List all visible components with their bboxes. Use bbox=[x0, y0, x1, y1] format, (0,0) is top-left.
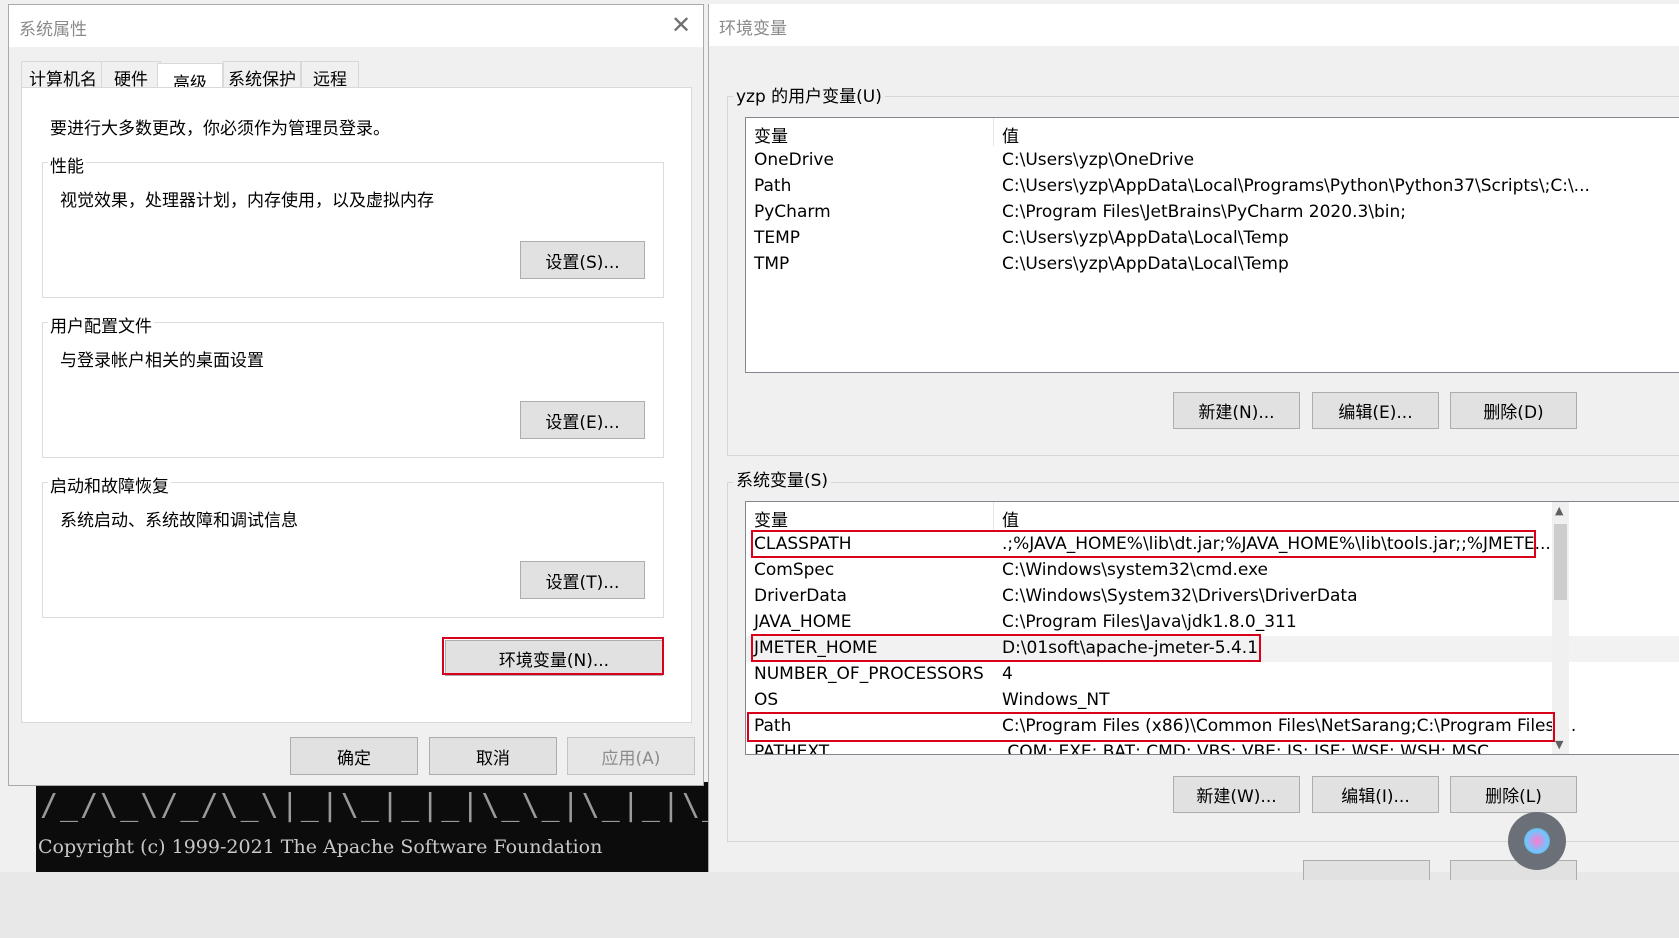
list-item[interactable]: OS Windows_NT bbox=[746, 688, 1679, 714]
performance-settings-button[interactable]: 设置(S)... bbox=[520, 241, 645, 279]
env-bottom-button-edge[interactable] bbox=[1450, 860, 1577, 880]
user-profiles-title: 用户配置文件 bbox=[48, 312, 154, 337]
list-item[interactable]: Path C:\Users\yzp\AppData\Local\Programs\… bbox=[746, 174, 1679, 200]
env-bottom-button-edge[interactable] bbox=[1303, 860, 1430, 880]
system-edit-button[interactable]: 编辑(I)... bbox=[1312, 776, 1439, 813]
list-item[interactable]: ComSpec C:\Windows\system32\cmd.exe bbox=[746, 558, 1679, 584]
column-header-value[interactable]: 值 bbox=[1002, 506, 1019, 531]
system-delete-button[interactable]: 删除(L) bbox=[1450, 776, 1577, 813]
scroll-thumb[interactable] bbox=[1554, 524, 1567, 600]
performance-desc: 视觉效果，处理器计划，内存使用，以及虚拟内存 bbox=[60, 191, 434, 211]
user-profiles-desc: 与登录帐户相关的桌面设置 bbox=[60, 351, 264, 371]
list-item[interactable]: PATHEXT .COM;.EXE;.BAT;.CMD;.VBS;.VBE;.JS… bbox=[746, 740, 1679, 754]
list-item[interactable]: TEMP C:\Users\yzp\AppData\Local\Temp bbox=[746, 226, 1679, 252]
system-vars-list[interactable]: 变量 值 CLASSPATH .;%JAVA_HOME%\lib\dt.jar;%… bbox=[745, 501, 1679, 755]
list-item[interactable]: DriverData C:\Windows\System32\Drivers\Dr… bbox=[746, 584, 1679, 610]
env-titlebar: 环境变量 bbox=[709, 4, 1679, 46]
system-properties-titlebar: 系统属性 ✕ bbox=[9, 5, 703, 47]
admin-note: 要进行大多数更改，你必须作为管理员登录。 bbox=[50, 119, 390, 139]
user-profiles-settings-button[interactable]: 设置(E)... bbox=[520, 401, 645, 439]
close-icon[interactable]: ✕ bbox=[671, 11, 691, 39]
startup-recovery-title: 启动和故障恢复 bbox=[48, 472, 171, 497]
floating-assistant-icon[interactable] bbox=[1508, 812, 1566, 870]
system-properties-title: 系统属性 bbox=[19, 20, 87, 40]
advanced-tab-panel: 要进行大多数更改，你必须作为管理员登录。 性能 视觉效果，处理器计划，内存使用，… bbox=[21, 87, 692, 723]
column-separator[interactable] bbox=[993, 118, 994, 146]
column-header-name[interactable]: 变量 bbox=[754, 122, 788, 147]
startup-recovery-settings-button[interactable]: 设置(T)... bbox=[520, 561, 645, 599]
environment-variables-dialog: 环境变量 yzp 的用户变量(U) 变量 值 OneDrive C:\Users\… bbox=[708, 4, 1679, 880]
scroll-down-icon[interactable]: ▼ bbox=[1555, 738, 1563, 751]
desktop-strip bbox=[0, 872, 1679, 938]
console-ascii-art: /_/\_\/_/\_\|_|\_|_|_|\_\_|\_|_|\_|_| bbox=[40, 788, 783, 823]
user-new-button[interactable]: 新建(N)... bbox=[1173, 392, 1300, 429]
list-item[interactable]: JAVA_HOME C:\Program Files\Java\jdk1.8.0_… bbox=[746, 610, 1679, 636]
column-separator[interactable] bbox=[993, 502, 994, 530]
performance-title: 性能 bbox=[48, 152, 86, 177]
startup-recovery-desc: 系统启动、系统故障和调试信息 bbox=[60, 511, 298, 531]
list-item[interactable]: CLASSPATH .;%JAVA_HOME%\lib\dt.jar;%JAVA_… bbox=[746, 532, 1679, 558]
user-vars-header: 变量 值 bbox=[746, 118, 1679, 147]
ok-button[interactable]: 确定 bbox=[290, 737, 418, 775]
user-vars-title: yzp 的用户变量(U) bbox=[733, 82, 885, 107]
user-vars-list[interactable]: 变量 值 OneDrive C:\Users\yzp\OneDrive Path C… bbox=[745, 117, 1679, 373]
list-item[interactable]: OneDrive C:\Users\yzp\OneDrive bbox=[746, 148, 1679, 174]
system-vars-scrollbar[interactable]: ▲ ▼ bbox=[1552, 502, 1569, 754]
system-vars-header: 变量 值 bbox=[746, 502, 1679, 531]
console-window: /_/\_\/_/\_\|_|\_|_|_|\_\_|\_|_|\_|_| Co… bbox=[36, 782, 780, 872]
list-item[interactable]: Path C:\Program Files (x86)\Common Files\… bbox=[746, 714, 1679, 740]
system-vars-title: 系统变量(S) bbox=[733, 466, 832, 491]
assistant-glow bbox=[1524, 828, 1550, 854]
system-new-button[interactable]: 新建(W)... bbox=[1173, 776, 1300, 813]
environment-variables-button[interactable]: 环境变量(N)... bbox=[445, 640, 663, 676]
list-item[interactable]: TMP C:\Users\yzp\AppData\Local\Temp bbox=[746, 252, 1679, 278]
list-item[interactable]: JMETER_HOME D:\01soft\apache-jmeter-5.4.1 bbox=[746, 636, 1679, 662]
list-item[interactable]: PyCharm C:\Program Files\JetBrains\PyChar… bbox=[746, 200, 1679, 226]
cancel-button[interactable]: 取消 bbox=[429, 737, 557, 775]
system-properties-dialog: 系统属性 ✕ 计算机名 硬件 高级 系统保护 远程 要进行大多数更改，你必须作为… bbox=[8, 4, 704, 786]
env-title: 环境变量 bbox=[719, 19, 787, 39]
apply-button[interactable]: 应用(A) bbox=[567, 737, 695, 775]
user-edit-button[interactable]: 编辑(E)... bbox=[1312, 392, 1439, 429]
user-delete-button[interactable]: 删除(D) bbox=[1450, 392, 1577, 429]
column-header-value[interactable]: 值 bbox=[1002, 122, 1019, 147]
column-header-name[interactable]: 变量 bbox=[754, 506, 788, 531]
console-copyright: Copyright (c) 1999-2021 The Apache Softw… bbox=[38, 836, 603, 858]
scroll-up-icon[interactable]: ▲ bbox=[1555, 504, 1563, 517]
list-item[interactable]: NUMBER_OF_PROCESSORS 4 bbox=[746, 662, 1679, 688]
